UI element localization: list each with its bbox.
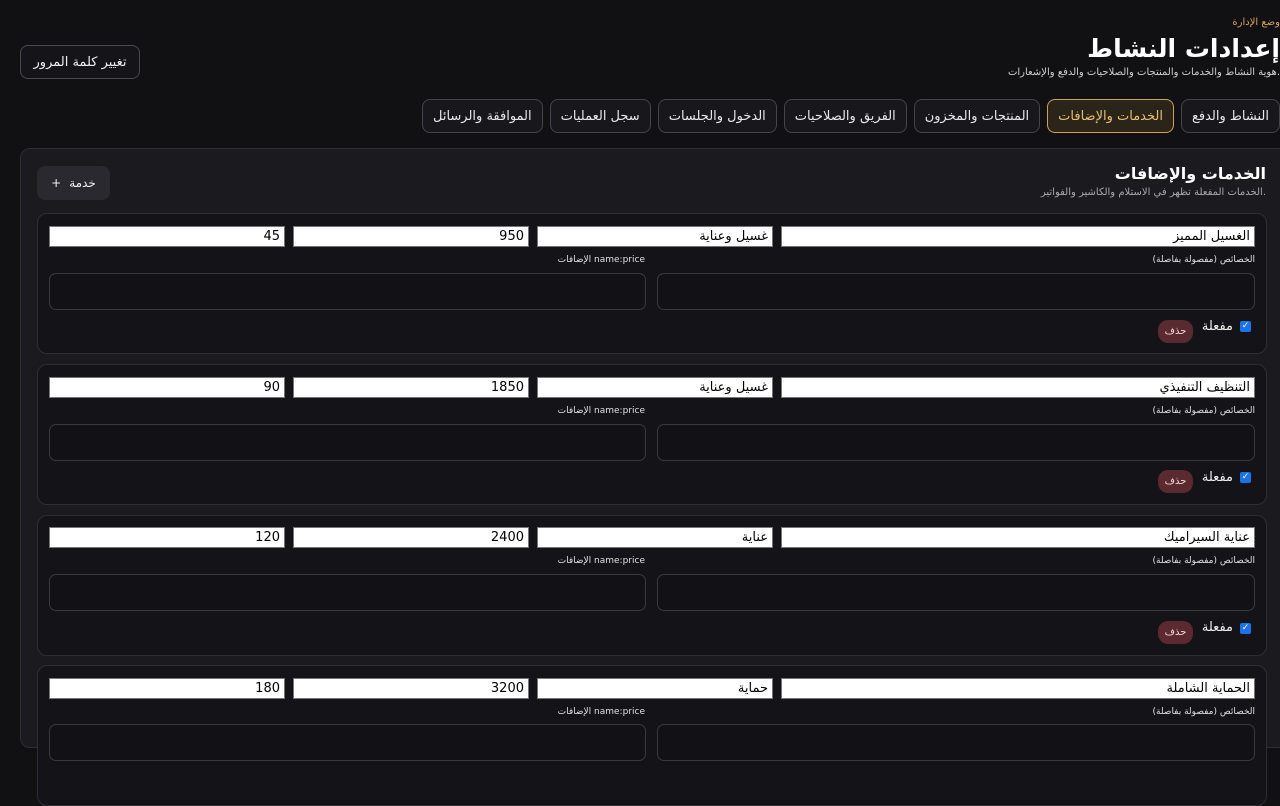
service-price-input[interactable]: 1850: [293, 377, 529, 398]
tab-consent-messages[interactable]: الموافقة والرسائل: [421, 99, 543, 133]
addons-textarea[interactable]: [49, 574, 646, 611]
active-label: مفعلة: [1201, 470, 1233, 485]
admin-mode-label: وضع الإدارة: [1232, 17, 1280, 28]
addons-textarea[interactable]: [49, 424, 646, 461]
addons-label: الإضافات name:price: [557, 255, 645, 265]
features-textarea[interactable]: [657, 424, 1255, 461]
delete-service-button[interactable]: حذف: [1158, 621, 1193, 644]
active-checkbox[interactable]: ✓: [1240, 472, 1251, 483]
features-label: الخصائص (مفصولة بفاصلة): [1152, 707, 1255, 717]
page-subtitle: هوية النشاط والخدمات والمنتجات والصلاحيا…: [1007, 67, 1280, 78]
delete-service-button[interactable]: حذف: [1158, 470, 1193, 493]
section-title: الخدمات والإضافات: [1114, 164, 1266, 183]
add-service-button[interactable]: + خدمة: [37, 166, 110, 200]
addons-textarea[interactable]: [49, 724, 646, 761]
service-price-input[interactable]: 950: [293, 226, 529, 247]
service-duration-input[interactable]: 120: [49, 527, 285, 548]
service-name-input[interactable]: الغسيل المميز: [781, 226, 1255, 247]
service-category-input[interactable]: غسيل وعناية: [537, 226, 773, 247]
tab-team-permissions[interactable]: الفريق والصلاحيات: [783, 99, 907, 133]
service-name-input[interactable]: الحماية الشاملة: [781, 678, 1255, 699]
service-duration-input[interactable]: 180: [49, 678, 285, 699]
section-subtitle: الخدمات المفعلة تظهر في الاستلام والكاشي…: [1040, 187, 1266, 198]
addons-textarea[interactable]: [49, 273, 646, 310]
service-category-input[interactable]: حماية: [537, 678, 773, 699]
settings-tabs: النشاط والدفع الخدمات والإضافات المنتجات…: [421, 99, 1280, 133]
active-checkbox[interactable]: ✓: [1240, 321, 1251, 332]
service-category-input[interactable]: غسيل وعناية: [537, 377, 773, 398]
service-price-input[interactable]: 2400: [293, 527, 529, 548]
add-service-label: خدمة: [69, 176, 96, 190]
service-duration-input[interactable]: 45: [49, 226, 285, 247]
service-name-input[interactable]: عناية السيراميك: [781, 527, 1255, 548]
active-checkbox[interactable]: ✓: [1240, 623, 1251, 634]
tab-audit-log[interactable]: سجل العمليات: [549, 99, 651, 133]
features-textarea[interactable]: [657, 724, 1255, 761]
plus-icon: +: [51, 176, 62, 190]
addons-label: الإضافات name:price: [557, 406, 645, 416]
change-password-button[interactable]: تغيير كلمة المرور: [20, 45, 140, 79]
features-textarea[interactable]: [657, 273, 1255, 310]
addons-label: الإضافات name:price: [557, 707, 645, 717]
service-category-input[interactable]: عناية: [537, 527, 773, 548]
service-price-input[interactable]: 3200: [293, 678, 529, 699]
features-label: الخصائص (مفصولة بفاصلة): [1152, 406, 1255, 416]
tab-login-sessions[interactable]: الدخول والجلسات: [657, 99, 777, 133]
addons-label: الإضافات name:price: [557, 556, 645, 566]
features-textarea[interactable]: [657, 574, 1255, 611]
tab-business-payment[interactable]: النشاط والدفع: [1180, 99, 1280, 133]
features-label: الخصائص (مفصولة بفاصلة): [1152, 556, 1255, 566]
service-duration-input[interactable]: 90: [49, 377, 285, 398]
features-label: الخصائص (مفصولة بفاصلة): [1152, 255, 1255, 265]
delete-service-button[interactable]: حذف: [1158, 320, 1193, 343]
page-title: إعدادات النشاط: [1087, 34, 1280, 63]
active-label: مفعلة: [1201, 319, 1233, 334]
active-label: مفعلة: [1201, 620, 1233, 635]
service-name-input[interactable]: التنظيف التنفيذي: [781, 377, 1255, 398]
tab-products-inventory[interactable]: المنتجات والمخزون: [913, 99, 1041, 133]
tab-services-addons[interactable]: الخدمات والإضافات: [1047, 99, 1174, 133]
